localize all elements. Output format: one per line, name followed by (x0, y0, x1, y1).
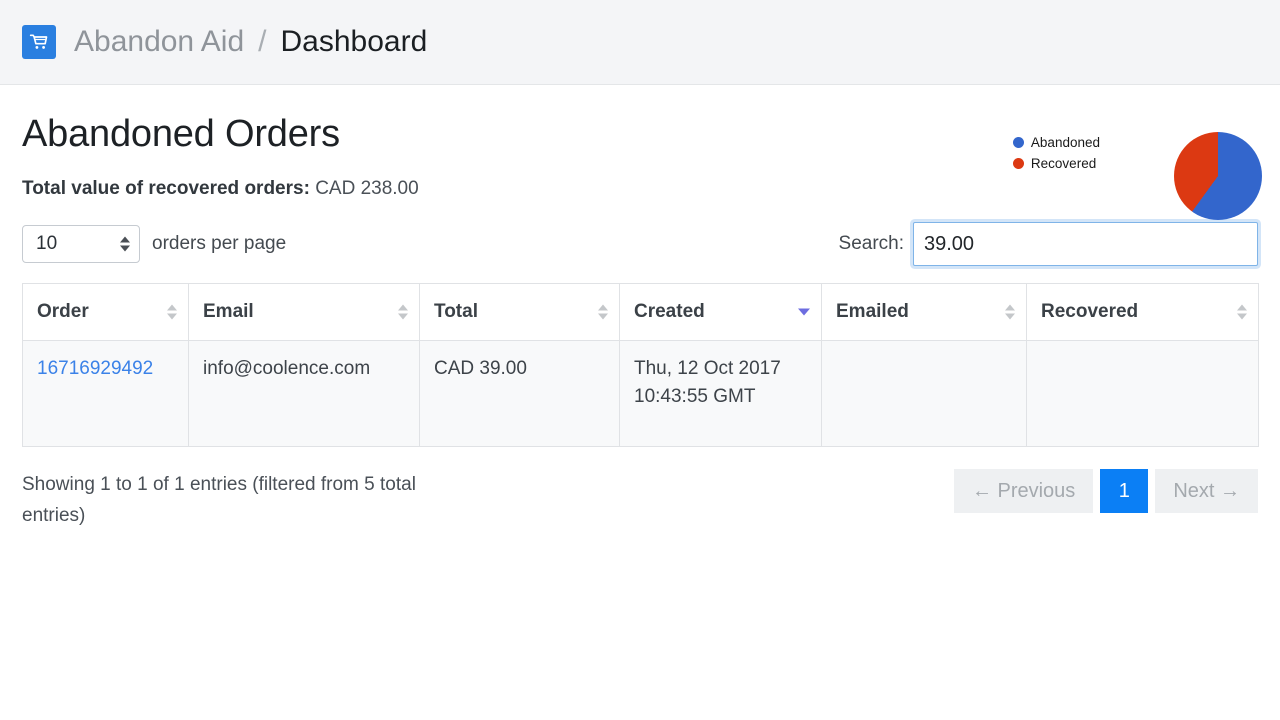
column-header-order[interactable]: Order (22, 283, 189, 341)
cell-total: CAD 39.00 (419, 339, 620, 448)
page-button-1[interactable]: 1 (1100, 469, 1149, 514)
column-header-email[interactable]: Email (188, 283, 420, 341)
order-link[interactable]: 16716929492 (37, 358, 153, 379)
column-label-recovered: Recovered (1041, 301, 1139, 322)
breadcrumb-separator: / (258, 25, 267, 58)
cell-created: Thu, 12 Oct 2017 10:43:55 GMT (619, 339, 822, 448)
chevron-updown-icon[interactable] (120, 236, 130, 252)
total-recovered-label: Total value of recovered orders: (22, 178, 310, 199)
shopping-cart-icon[interactable] (22, 25, 56, 59)
table-footer: Showing 1 to 1 of 1 entries (filtered fr… (22, 469, 1258, 532)
table-body: 16716929492 info@coolence.com CAD 39.00 … (22, 339, 1259, 448)
cell-email: info@coolence.com (188, 339, 420, 448)
legend-item-abandoned[interactable]: Abandoned (1012, 135, 1100, 150)
column-label-emailed: Emailed (836, 301, 909, 322)
breadcrumb-current-page: Dashboard (280, 25, 428, 58)
table-header: Order Email Total Created Emailed Recove… (22, 283, 1259, 341)
sort-icon-order[interactable] (167, 304, 177, 320)
total-recovered-amount: CAD 238.00 (315, 178, 419, 199)
table-header-row: Order Email Total Created Emailed Recove… (22, 283, 1259, 341)
orders-per-page-value: 10 (36, 233, 58, 254)
orders-per-page-select[interactable]: 10 (22, 225, 140, 263)
created-date: Thu, 12 Oct 2017 (634, 358, 781, 379)
column-header-emailed[interactable]: Emailed (821, 283, 1027, 341)
sort-icon-created-descending[interactable] (798, 308, 810, 316)
main-content: Abandoned Recovered Abandoned Orders Tot… (0, 113, 1280, 532)
search-label: Search: (838, 233, 904, 254)
column-label-total: Total (434, 301, 478, 322)
showing-entries-info: Showing 1 to 1 of 1 entries (filtered fr… (22, 474, 416, 527)
sort-icon-recovered[interactable] (1237, 304, 1247, 320)
pagination: ← Previous 1 Next → (947, 469, 1258, 514)
pie-chart-graphic (1174, 132, 1262, 220)
column-header-total[interactable]: Total (419, 283, 620, 341)
table-row[interactable]: 16716929492 info@coolence.com CAD 39.00 … (22, 339, 1259, 448)
column-header-created[interactable]: Created (619, 283, 822, 341)
column-label-email: Email (203, 301, 254, 322)
previous-page-button[interactable]: ← Previous (953, 469, 1094, 514)
search-input[interactable] (913, 222, 1258, 266)
cell-recovered (1026, 339, 1259, 448)
cell-emailed (821, 339, 1027, 448)
next-page-button[interactable]: Next → (1155, 469, 1258, 514)
breadcrumb-app-name[interactable]: Abandon Aid (74, 25, 244, 59)
page-length-control: 10 orders per page (22, 225, 286, 263)
legend-dot-abandoned (1012, 137, 1024, 148)
created-time: 10:43:55 GMT (634, 385, 756, 407)
table-controls: 10 orders per page Search: (22, 222, 1258, 266)
search-control: Search: (839, 222, 1258, 266)
column-header-recovered[interactable]: Recovered (1026, 283, 1259, 341)
sort-icon-emailed[interactable] (1005, 304, 1015, 320)
app-header: Abandon Aid / Dashboard (0, 0, 1280, 85)
breadcrumb: Abandon Aid / Dashboard (74, 25, 427, 59)
legend-label-recovered: Recovered (1030, 156, 1097, 171)
recovery-pie-chart: Abandoned Recovered (1012, 121, 1262, 220)
chart-legend: Abandoned Recovered (1012, 135, 1100, 177)
legend-dot-recovered (1012, 158, 1024, 169)
legend-label-abandoned: Abandoned (1030, 135, 1100, 150)
abandoned-orders-table: Order Email Total Created Emailed Recove… (22, 283, 1259, 448)
legend-item-recovered[interactable]: Recovered (1012, 156, 1100, 171)
cell-order: 16716929492 (22, 339, 189, 448)
column-label-order: Order (37, 301, 89, 322)
sort-icon-total[interactable] (598, 304, 608, 320)
orders-per-page-label: orders per page (152, 233, 287, 254)
column-label-created: Created (634, 301, 705, 322)
sort-icon-email[interactable] (398, 304, 408, 320)
